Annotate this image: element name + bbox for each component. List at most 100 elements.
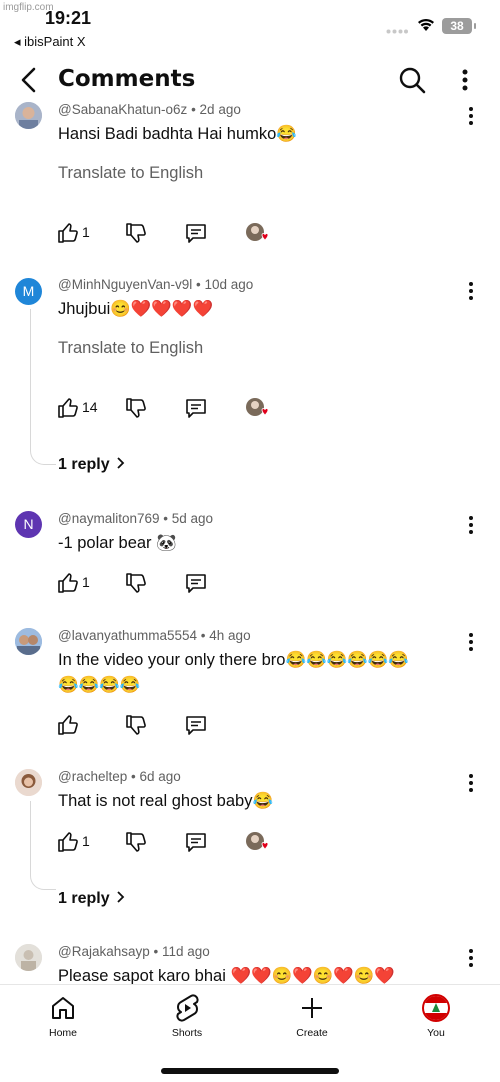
reply-button[interactable] [185,831,207,853]
reply-comment-icon [186,224,206,243]
thumbs-down-icon [126,832,146,852]
like-button[interactable]: 1 [57,831,97,853]
nav-create[interactable]: Create [277,993,347,1039]
comment-text: In the video your only there bro😂😂😂😂😂😂 [58,651,409,669]
wifi-icon [418,18,434,31]
comment-meta: @MinhNguyenVan-v9l • 10d ago [58,277,254,292]
reply-button[interactable] [185,714,207,736]
search-icon[interactable] [396,64,428,96]
chevron-right-icon [116,457,124,469]
avatar[interactable] [15,944,42,971]
comment-author[interactable]: @MinhNguyenVan-v9l [58,277,192,292]
shorts-icon [176,994,199,1022]
nav-create-label: Create [296,1027,328,1039]
like-button[interactable]: 1 [57,222,97,244]
thumbs-down-icon [126,223,146,243]
dynamic-island-dots-icon [386,29,408,34]
dislike-button[interactable] [125,397,147,419]
comment-menu-icon[interactable] [466,632,476,652]
comment-author[interactable]: @SabanaKhatun-o6z [58,102,187,117]
like-count: 1 [82,574,90,590]
comment-meta: @SabanaKhatun-o6z • 2d ago [58,102,241,117]
comment-author[interactable]: @lavanyathumma5554 [58,628,197,643]
reply-button[interactable] [185,572,207,594]
status-bar: 19:21 ◂ ibisPaint X 38 [0,0,500,52]
view-replies-link[interactable]: 1 reply [58,456,126,474]
like-button[interactable] [57,714,97,736]
avatar[interactable] [15,628,42,655]
replies-count: 1 reply [58,456,110,473]
comment-menu-icon[interactable] [466,106,476,126]
translate-link[interactable]: Translate to English [58,164,203,183]
battery-icon: 38 [442,18,476,34]
reply-comment-icon [186,716,206,735]
like-button[interactable]: 1 [57,572,97,594]
comments-header: Comments [0,56,500,104]
translate-link[interactable]: Translate to English [58,339,203,358]
comment-author[interactable]: @racheltep [58,769,127,784]
comment-age: 6d ago [139,769,181,784]
comment-menu-icon[interactable] [466,773,476,793]
dislike-button[interactable] [125,222,147,244]
home-indicator[interactable] [161,1068,339,1074]
creator-heart-badge [245,397,271,419]
reply-button[interactable] [185,397,207,419]
comment-author[interactable]: @Rajakahsayp [58,944,150,959]
thumbs-up-icon [58,398,78,418]
comment-menu-icon[interactable] [466,515,476,535]
nav-home[interactable]: Home [28,993,98,1039]
like-count: 1 [82,833,90,849]
thumbs-down-icon [126,715,146,735]
like-button[interactable]: 14 [57,397,98,419]
thumbs-up-icon [58,223,78,243]
creator-heart-badge [245,222,271,244]
comment-age: 2d ago [199,102,241,117]
reply-comment-icon [186,399,206,418]
comment-age: 4h ago [209,628,251,643]
back-arrow-icon[interactable] [14,64,44,96]
more-options-icon[interactable] [456,64,474,96]
plus-icon [302,998,322,1018]
thumbs-up-icon [58,573,78,593]
like-count: 1 [82,224,90,240]
profile-avatar-icon [422,994,450,1022]
dislike-button[interactable] [125,714,147,736]
comment-author[interactable]: @naymaliton769 [58,511,160,526]
nav-you[interactable]: You [401,993,471,1039]
like-count: 14 [82,399,98,415]
comment-menu-icon[interactable] [466,948,476,968]
avatar[interactable] [15,102,42,129]
thumbs-up-icon [58,715,78,735]
thumbs-down-icon [126,573,146,593]
comment-text: -1 polar bear 🐼 [58,534,177,552]
home-icon [52,997,74,1019]
comment-age: 11d ago [162,944,210,959]
comment-meta: @lavanyathumma5554 • 4h ago [58,628,251,643]
nav-you-label: You [427,1027,445,1039]
comment-meta: @naymaliton769 • 5d ago [58,511,214,526]
nav-shorts[interactable]: Shorts [152,993,222,1039]
comment-menu-icon[interactable] [466,281,476,301]
dislike-button[interactable] [125,572,147,594]
status-time: 19:21 [45,8,92,28]
view-replies-link[interactable]: 1 reply [58,890,126,908]
reply-comment-icon [186,574,206,593]
avatar[interactable]: M [15,278,42,305]
reply-comment-icon [186,833,206,852]
chevron-right-icon [116,891,124,903]
creator-heart-badge [245,831,271,853]
dislike-button[interactable] [125,831,147,853]
thumbs-down-icon [126,398,146,418]
thumbs-up-icon [58,832,78,852]
reply-button[interactable] [185,222,207,244]
reply-thread-line [30,801,56,890]
comment-text: Jhujbui😊❤️❤️❤️❤️ [58,300,214,318]
comment-age: 5d ago [171,511,214,526]
comment-age: 10d ago [204,277,254,292]
page-title: Comments [58,66,196,92]
avatar[interactable] [15,769,42,796]
nav-shorts-label: Shorts [171,1027,203,1039]
avatar[interactable]: N [15,511,42,538]
back-to-app-link[interactable]: ◂ ibisPaint X [14,34,86,50]
replies-count: 1 reply [58,890,110,907]
